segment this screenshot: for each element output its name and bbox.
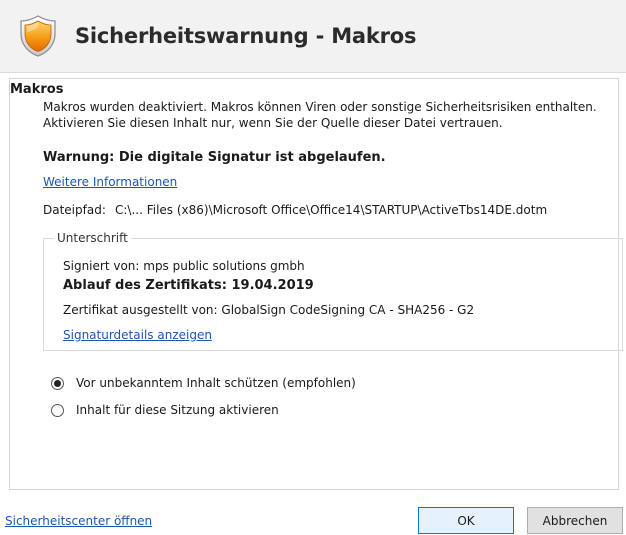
radio-protect[interactable]: Vor unbekanntem Inhalt schützen (empfohl… (51, 374, 356, 392)
more-info-link[interactable]: Weitere Informationen (43, 175, 177, 189)
dialog-header: Sicherheitswarnung - Makros (0, 0, 626, 73)
signed-by: Signiert von: mps public solutions gmbh (63, 259, 305, 273)
signature-legend: Unterschrift (54, 231, 131, 245)
file-path: Dateipfad: C:\... Files (x86)\Microsoft O… (43, 203, 547, 217)
macro-description: Makros wurden deaktiviert. Makros können… (43, 100, 597, 130)
file-path-label: Dateipfad: (43, 203, 106, 217)
certificate-expiry: Ablauf des Zertifikats: 19.04.2019 (63, 278, 314, 293)
radio-button-checked[interactable] (51, 376, 64, 390)
trust-center-link[interactable]: Sicherheitscenter öffnen (5, 514, 152, 528)
radio-enable-session[interactable]: Inhalt für diese Sitzung aktivieren (51, 401, 279, 419)
radio-enable-session-label[interactable]: Inhalt für diese Sitzung aktivieren (76, 403, 279, 417)
ok-button[interactable]: OK (418, 507, 514, 534)
section-title: Makros (10, 82, 64, 97)
dialog-title: Sicherheitswarnung - Makros (75, 24, 417, 48)
cancel-button[interactable]: Abbrechen (527, 507, 623, 534)
security-shield-icon (20, 15, 56, 57)
radio-protect-label[interactable]: Vor unbekanntem Inhalt schützen (empfohl… (76, 376, 356, 390)
signature-warning: Warnung: Die digitale Signatur ist abgel… (43, 150, 386, 165)
certificate-issuer: Zertifikat ausgestellt von: GlobalSign C… (63, 303, 475, 317)
signature-details-link[interactable]: Signaturdetails anzeigen (63, 328, 212, 342)
file-path-value: C:\... Files (x86)\Microsoft Office\Offi… (115, 203, 548, 217)
radio-button-unchecked[interactable] (51, 403, 64, 417)
